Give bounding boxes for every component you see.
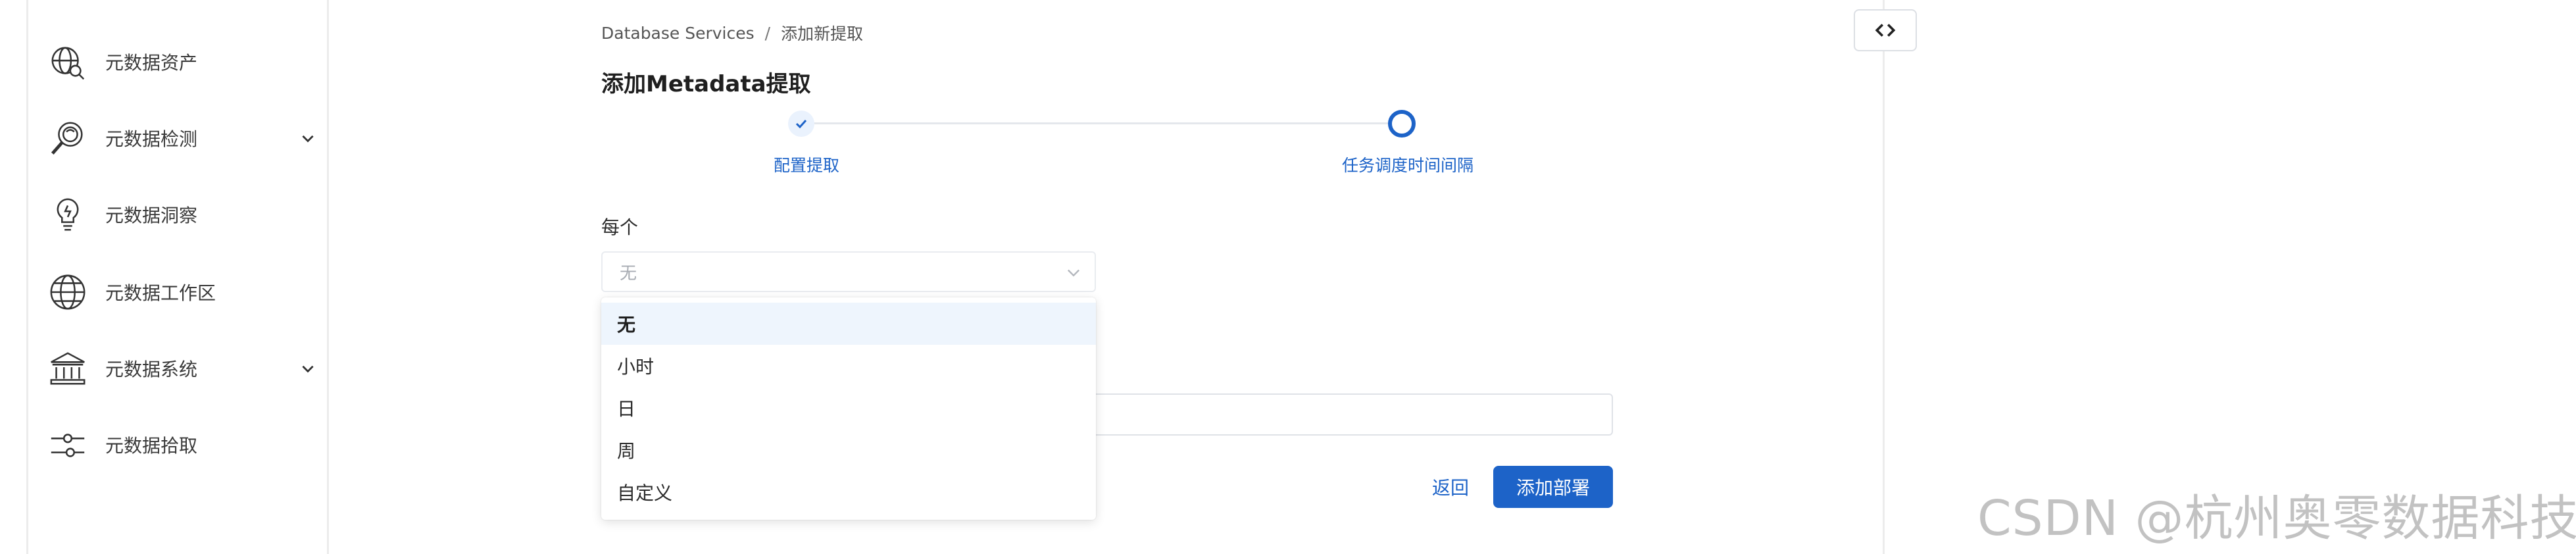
sidebar: 元数据资产 元数据检测 元数据洞察 元数据工作区 元数据系统 元数据拾取 [26, 0, 329, 554]
sidebar-item-metadata-system[interactable]: 元数据系统 [45, 342, 321, 395]
sidebar-item-label: 元数据洞察 [105, 205, 198, 226]
frequency-dropdown: 无 小时 日 周 自定义 [601, 297, 1096, 520]
breadcrumb-current: 添加新提取 [781, 24, 864, 43]
sidebar-item-label: 元数据资产 [105, 52, 198, 74]
back-button[interactable]: 返回 [1414, 467, 1487, 507]
chevron-down-icon[interactable] [295, 125, 321, 151]
dropdown-option-none[interactable]: 无 [601, 303, 1096, 345]
step-done-indicator [788, 111, 814, 137]
dropdown-option-hour[interactable]: 小时 [601, 345, 1096, 387]
step-label-schedule: 任务调度时间间隔 [1342, 156, 1474, 175]
step-active-indicator [1388, 110, 1416, 138]
sidebar-item-label: 元数据工作区 [105, 282, 216, 304]
dropdown-option-week[interactable]: 周 [601, 429, 1096, 471]
dropdown-option-day[interactable]: 日 [601, 387, 1096, 429]
globe-icon [45, 269, 91, 315]
sidebar-item-metadata-extraction[interactable]: 元数据拾取 [45, 418, 321, 471]
lightbulb-icon [45, 191, 91, 238]
page-title: 添加Metadata提取 [601, 71, 811, 97]
check-icon [795, 119, 807, 129]
sidebar-item-label: 元数据系统 [105, 359, 198, 380]
sidebar-item-label: 元数据检测 [105, 128, 198, 150]
sidebar-item-metadata-workspace[interactable]: 元数据工作区 [45, 266, 321, 318]
bank-icon [45, 345, 91, 391]
breadcrumb: Database Services / 添加新提取 [601, 20, 863, 46]
dropdown-option-custom[interactable]: 自定义 [601, 471, 1096, 513]
frequency-select-value: 无 [620, 263, 637, 284]
sidebar-item-metadata-assets[interactable]: 元数据资产 [45, 36, 321, 88]
add-deployment-button[interactable]: 添加部署 [1493, 466, 1613, 508]
breadcrumb-separator: / [764, 23, 771, 43]
chevron-down-icon [1064, 263, 1083, 282]
sidebar-item-label: 元数据拾取 [105, 435, 198, 457]
code-brackets-icon [1875, 24, 1896, 37]
every-label: 每个 [601, 216, 639, 238]
stepper-line [803, 122, 1395, 124]
globe-search-icon [45, 39, 91, 85]
frequency-select[interactable]: 无 [601, 251, 1096, 292]
watermark: CSDN @杭州奥零数据科技 [1977, 490, 2576, 547]
magnifier-icon [45, 115, 91, 161]
right-panel-divider [1883, 0, 1885, 554]
sidebar-item-metadata-insights[interactable]: 元数据洞察 [45, 188, 321, 241]
sliders-icon [45, 422, 91, 468]
code-toggle-button[interactable] [1854, 9, 1917, 51]
breadcrumb-link-database-services[interactable]: Database Services [601, 24, 755, 43]
chevron-down-icon[interactable] [295, 355, 321, 382]
step-label-configure: 配置提取 [774, 156, 840, 175]
sidebar-item-metadata-detection[interactable]: 元数据检测 [45, 112, 321, 164]
